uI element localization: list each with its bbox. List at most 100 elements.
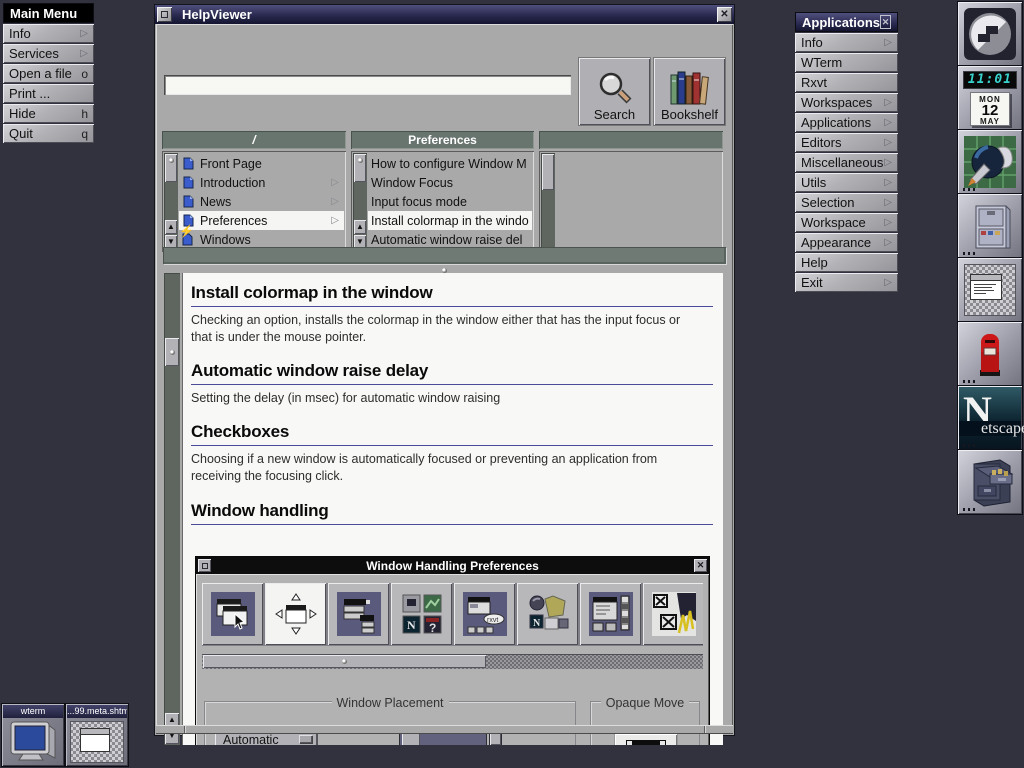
miniaturize-button[interactable]: [157, 7, 172, 22]
browser-row-preferences[interactable]: Preferences ▷: [179, 211, 344, 230]
col1-scrollbar[interactable]: ▲ ▼: [164, 153, 178, 250]
search-button[interactable]: Search: [579, 58, 650, 125]
row-label: Windows: [200, 233, 251, 247]
submenu-arrow-icon: ▷: [884, 97, 892, 108]
main-menu-item-quit[interactable]: Quit q: [3, 124, 94, 143]
browser-row-front-page[interactable]: Front Page: [179, 154, 344, 173]
submenu-arrow-icon: ▷: [884, 197, 892, 208]
section-heading: Automatic window raise delay: [191, 361, 713, 385]
submenu-arrow-icon: ▷: [884, 217, 892, 228]
submenu-arrow-icon: ▷: [80, 28, 88, 39]
submenu-arrow-icon: ▷: [884, 137, 892, 148]
submenu-arrow-icon: ▷: [884, 277, 892, 288]
section-heading: Install colormap in the window: [191, 283, 713, 307]
apps-item-workspace[interactable]: Workspace▷: [795, 213, 898, 232]
apps-item-applications[interactable]: Applications▷: [795, 113, 898, 132]
running-indicator: [963, 188, 976, 191]
browser-row-window-focus[interactable]: Window Focus: [368, 173, 532, 192]
dock-tile-netscape[interactable]: N etscape: [958, 386, 1022, 450]
col2-scrollbar[interactable]: ▲ ▼: [353, 153, 367, 250]
main-menu-item-info[interactable]: Info ▷: [3, 24, 94, 43]
browser-row-input-focus-mode[interactable]: Input focus mode: [368, 192, 532, 211]
row-arrow-icon: ▷: [331, 196, 339, 207]
section-install-colormap: Install colormap in the window Checking …: [191, 283, 713, 345]
menu-close-icon[interactable]: ✕: [880, 15, 891, 29]
resize-bar[interactable]: [156, 725, 733, 734]
file-cabinet-icon: [962, 198, 1018, 254]
main-menu-item-print[interactable]: Print ...: [3, 84, 94, 103]
embedded-body: N ? rxvt: [196, 574, 709, 745]
dock-tile-wmaker[interactable]: [958, 2, 1022, 66]
help-content-page: Install colormap in the window Checking …: [182, 273, 723, 745]
menu-item-label: Quit: [9, 126, 33, 141]
embedded-miniaturize-icon: [198, 559, 211, 572]
row-label: Introduction: [200, 176, 265, 190]
apps-item-help[interactable]: Help: [795, 253, 898, 272]
browser-row-install-colormap[interactable]: Install colormap in the windo: [368, 211, 532, 230]
dock-tile-file-manager[interactable]: [958, 450, 1022, 514]
browser-row-introduction[interactable]: Introduction ▷: [179, 173, 344, 192]
close-button[interactable]: ✕: [717, 7, 732, 22]
wh-icon-window-list: [328, 583, 389, 645]
bookshelf-button-label: Bookshelf: [661, 107, 718, 122]
applications-menu-title[interactable]: Applications ✕: [795, 12, 898, 32]
calendar-month: MAY: [971, 117, 1009, 126]
dock-tile-file-cabinet[interactable]: [958, 194, 1022, 258]
document-icon: [182, 195, 195, 208]
main-menu-item-services[interactable]: Services ▷: [3, 44, 94, 63]
content-scrollbar[interactable]: ▲ ▼: [164, 273, 180, 745]
embedded-window-screenshot: Window Handling Preferences ✕: [196, 557, 709, 745]
opaque-move-checkbox-image: [615, 734, 677, 745]
dock-tile-clock-calendar[interactable]: 11:01 MON 12 MAY: [958, 66, 1022, 130]
splitter-dimple: [442, 268, 447, 273]
section-heading: Window handling: [191, 501, 713, 525]
bookshelf-button[interactable]: Bookshelf: [654, 58, 725, 125]
submenu-arrow-icon: ▷: [884, 177, 892, 188]
dock-tile-mail-postbox[interactable]: [958, 322, 1022, 386]
miniwindow-meta-shtml[interactable]: ...99.meta.shtml: [66, 704, 128, 766]
main-menu-item-hide[interactable]: Hide h: [3, 104, 94, 123]
browser-row-news[interactable]: News ▷: [179, 192, 344, 211]
wh-icon-window-move-selected: [265, 583, 326, 645]
svg-text:?: ?: [429, 621, 436, 635]
row-label: Preferences: [200, 214, 267, 228]
dock-tile-theme-designer[interactable]: [958, 130, 1022, 194]
scroll-up-button[interactable]: ▲: [354, 220, 366, 234]
main-menu-title[interactable]: Main Menu: [3, 3, 94, 23]
apps-item-exit[interactable]: Exit▷: [795, 273, 898, 292]
window-maker-logo-icon: [962, 6, 1018, 62]
apps-item-appearance[interactable]: Appearance▷: [795, 233, 898, 252]
col3-scroll-knob[interactable]: [542, 154, 554, 190]
browser-col1-header: /: [162, 131, 346, 149]
row-label: Input focus mode: [371, 195, 467, 209]
apps-item-editors[interactable]: Editors▷: [795, 133, 898, 152]
miniwindow-wterm[interactable]: wterm: [2, 704, 64, 766]
col3-scrollbar[interactable]: [541, 153, 555, 250]
row-label: Install colormap in the windo: [371, 214, 529, 228]
browser-row-how-to-configure[interactable]: How to configure Window M: [368, 154, 532, 173]
apps-item-utils[interactable]: Utils▷: [795, 173, 898, 192]
main-menu-item-open-a-file[interactable]: Open a file o: [3, 64, 94, 83]
apps-item-workspaces[interactable]: Workspaces▷: [795, 93, 898, 112]
dock-tile-editor-doc[interactable]: [958, 258, 1022, 322]
apps-item-miscellaneous[interactable]: Miscellaneous▷: [795, 153, 898, 172]
content-scroll-knob[interactable]: [165, 338, 179, 366]
open-drawer-cabinet-icon: [962, 454, 1018, 510]
row-label: Window Focus: [371, 176, 453, 190]
menu-item-label: Info: [9, 26, 31, 41]
section-checkboxes: Checkboxes Choosing if a new window is a…: [191, 422, 713, 484]
search-input[interactable]: [164, 75, 571, 95]
window-placement-label: Window Placement: [332, 696, 449, 710]
shortcut-key: h: [81, 107, 88, 121]
submenu-arrow-icon: ▷: [884, 157, 892, 168]
embedded-hscroll-knob: [203, 655, 486, 668]
helpviewer-titlebar[interactable]: HelpViewer ✕: [155, 5, 734, 24]
apps-item-rxvt[interactable]: Rxvt: [795, 73, 898, 92]
apps-item-info[interactable]: Info▷: [795, 33, 898, 52]
miniwindow-label: wterm: [3, 705, 63, 718]
scroll-up-button[interactable]: ▲: [165, 220, 177, 234]
col2-scroll-knob[interactable]: [354, 154, 366, 182]
apps-item-selection[interactable]: Selection▷: [795, 193, 898, 212]
col1-scroll-knob[interactable]: [165, 154, 177, 182]
apps-item-wterm[interactable]: WTerm: [795, 53, 898, 72]
